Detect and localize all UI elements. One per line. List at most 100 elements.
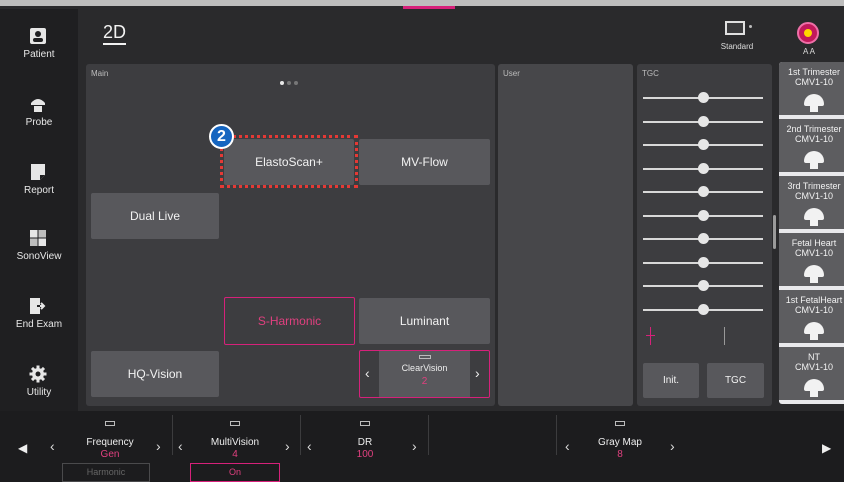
preset-item[interactable]: 1st Trimester CMV1-10 (779, 62, 844, 117)
preset-item[interactable]: NT CMV1-10 (779, 347, 844, 402)
chevron-left-icon[interactable]: ‹ (307, 438, 312, 454)
toggle-mini-icon (230, 421, 240, 426)
tgc-marker (646, 335, 655, 336)
gray-map-control[interactable]: Gray Map 8 (580, 411, 660, 461)
preset-item[interactable]: 1st FetalHeart CMV1-10 (779, 290, 844, 345)
sidebar-item-report[interactable]: Report (0, 163, 78, 213)
sidebar-item-patient[interactable]: Patient (0, 27, 78, 77)
chevron-left-icon[interactable]: ‹ (178, 438, 183, 454)
display-preset-button[interactable]: Standard (712, 16, 762, 56)
toggle-mini-icon (360, 421, 370, 426)
user-avatar[interactable] (797, 22, 819, 44)
divider (300, 415, 301, 455)
chevron-right-icon[interactable]: › (475, 365, 480, 381)
probe-icon (804, 322, 824, 340)
user-panel: User (498, 64, 633, 406)
tgc-marker (724, 327, 725, 345)
tgc-slider-knob[interactable] (698, 233, 709, 244)
toggle-mini-icon (105, 421, 115, 426)
sidebar-item-label: Probe (25, 117, 53, 128)
frequency-value: Gen (100, 449, 120, 460)
preset-item[interactable]: 2nd Trimester CMV1-10 (779, 119, 844, 174)
page-dot (280, 81, 284, 85)
tgc-slider-knob[interactable] (698, 280, 709, 291)
clearvision-display[interactable]: ClearVision 2 (379, 351, 470, 397)
report-icon (31, 164, 45, 180)
preset-name: NT CMV1-10 (794, 352, 833, 372)
sidebar-item-label: End Exam (15, 319, 63, 330)
clearvision-control[interactable]: ‹ ClearVision 2 › (359, 350, 490, 398)
sidebar-item-sonoview[interactable]: SonoView (0, 229, 78, 279)
bottom-page-indicator[interactable] (420, 477, 438, 482)
sidebar-item-probe[interactable]: Probe (0, 95, 78, 145)
dr-value: 100 (356, 449, 374, 460)
chevron-right-icon[interactable]: › (670, 438, 675, 454)
dr-label: DR (357, 437, 373, 448)
preset-item[interactable]: 3rd Trimester CMV1-10 (779, 176, 844, 231)
tgc-button[interactable]: TGC (707, 363, 764, 398)
divider (556, 415, 557, 455)
tgc-slider-knob[interactable] (698, 256, 709, 268)
chevron-left-icon[interactable]: ‹ (565, 438, 570, 454)
multivision-control[interactable]: MultiVision 4 (195, 411, 275, 461)
step-badge: 2 (209, 124, 234, 149)
tgc-slider-knob[interactable] (698, 92, 709, 103)
chevron-left-icon[interactable]: ‹ (50, 438, 55, 454)
sidebar-item-label: Patient (23, 49, 55, 60)
luminant-button[interactable]: Luminant (359, 298, 490, 344)
tgc-init-button[interactable]: Init. (643, 363, 699, 398)
frequency-control[interactable]: Frequency Gen (70, 411, 150, 461)
tgc-slider-knob[interactable] (698, 186, 709, 197)
main-panel-title: Main (91, 69, 109, 78)
sidebar-item-label: Utility (26, 387, 52, 398)
user-panel-title: User (503, 69, 520, 78)
mode-title: 2D (103, 22, 127, 45)
dr-control[interactable]: DR 100 (325, 411, 405, 461)
tgc-slider-knob[interactable] (698, 139, 709, 150)
probe-icon (804, 94, 824, 112)
preset-name: 1st FetalHeart CMV1-10 (785, 295, 843, 315)
tgc-slider-knob[interactable] (698, 115, 709, 127)
probe-icon (804, 265, 824, 283)
hq-vision-button[interactable]: HQ-Vision (91, 351, 219, 397)
sidebar-item-end-exam[interactable]: End Exam (0, 297, 78, 347)
next-page-arrow-icon[interactable]: ▶ (822, 441, 831, 455)
sidebar-item-utility[interactable]: Utility (0, 365, 78, 415)
preset-name: 1st Trimester CMV1-10 (787, 67, 840, 87)
user-initials: A A (802, 47, 815, 56)
chevron-right-icon[interactable]: › (412, 438, 417, 454)
tgc-marker (650, 327, 651, 345)
tgc-slider-knob[interactable] (698, 209, 709, 221)
harmonic-toggle[interactable]: Harmonic (62, 463, 150, 482)
divider (428, 415, 429, 455)
clearvision-label: ClearVision (401, 363, 448, 373)
prev-page-arrow-icon[interactable]: ◀ (18, 441, 27, 455)
probe-icon (804, 379, 824, 397)
multivision-on-toggle[interactable]: On (190, 463, 280, 482)
tgc-slider-knob[interactable] (698, 303, 709, 315)
gear-icon (29, 365, 47, 383)
dual-live-button[interactable]: Dual Live (91, 193, 219, 239)
chevron-left-icon[interactable]: ‹ (365, 365, 370, 381)
chevron-right-icon[interactable]: › (156, 438, 161, 454)
frequency-label: Frequency (86, 437, 134, 448)
preset-name: 3rd Trimester CMV1-10 (787, 181, 841, 201)
sidebar-item-label: Report (23, 185, 54, 196)
patient-icon (30, 28, 46, 44)
main-page-indicator[interactable] (280, 72, 301, 90)
more-dot-icon (749, 25, 752, 28)
page-dot (294, 81, 298, 85)
tgc-slider-knob[interactable] (698, 162, 709, 174)
chevron-right-icon[interactable]: › (285, 438, 290, 454)
s-harmonic-button[interactable]: S-Harmonic (224, 297, 355, 345)
toggle-mini-icon (419, 355, 431, 359)
preset-item[interactable]: Fetal Heart CMV1-10 (779, 233, 844, 288)
top-accent-bar (403, 6, 455, 9)
multivision-value: 4 (232, 449, 238, 460)
panel-scrollbar[interactable] (773, 215, 776, 249)
probe-icon (31, 99, 45, 112)
probe-icon (804, 151, 824, 169)
sonoview-icon (30, 230, 46, 246)
mvflow-button[interactable]: MV-Flow (359, 139, 490, 185)
monitor-icon (725, 21, 745, 35)
